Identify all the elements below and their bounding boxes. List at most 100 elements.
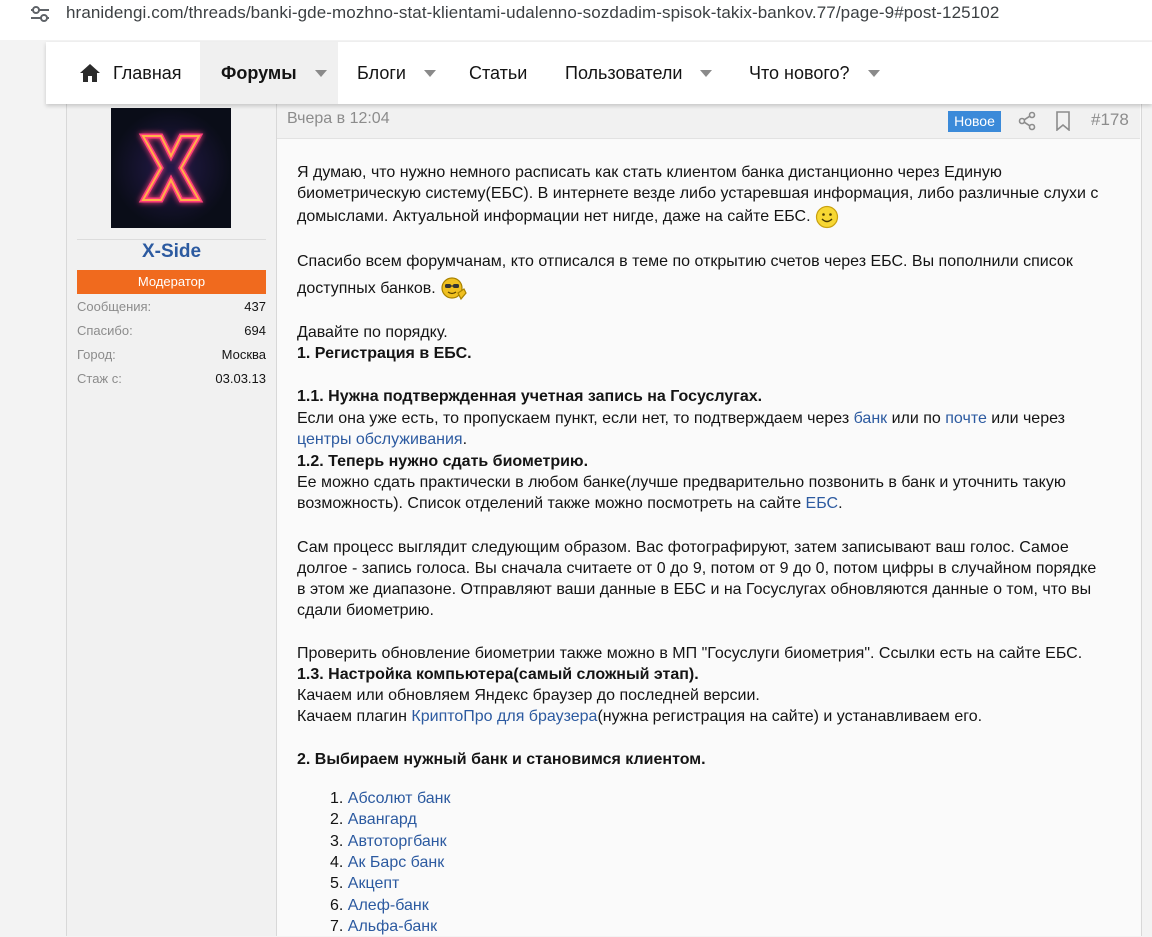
nav-whats-new-label: Что нового? — [749, 62, 850, 83]
share-icon[interactable] — [1017, 111, 1037, 131]
post-text-line: биометрическую систему(ЕБС). В интернете… — [297, 185, 1099, 202]
post-text: Качаем плагин — [297, 708, 412, 725]
heading-text: 2. Выбираем нужный банк и становимся кли… — [297, 751, 706, 768]
post-text: или через — [986, 410, 1065, 427]
post-text: Если она уже есть, то пропускаем пункт, … — [297, 410, 854, 427]
list-item: 1. Абсолют банк — [330, 788, 450, 809]
post-text: (нужна регистрация на сайте) и устанавли… — [597, 708, 983, 725]
post-text-line: Сам процесс выглядит следующим образом. … — [297, 539, 1069, 556]
list-item: 5. Акцепт — [330, 873, 399, 894]
nav-home-label: Главная — [113, 62, 182, 83]
nav-home[interactable]: Главная — [79, 42, 182, 104]
post-text: или по — [887, 410, 946, 427]
nav-users[interactable]: Пользователи — [565, 42, 713, 104]
bank-link[interactable]: Альфа-банк — [348, 918, 437, 935]
section-heading: 1.1. Нужна подтвержденная учетная запись… — [297, 386, 762, 407]
nav-users-label: Пользователи — [565, 62, 683, 83]
stat-label: Город: — [77, 347, 116, 362]
bank-link[interactable]: Ак Барс банк — [348, 854, 444, 871]
bank-link[interactable]: Абсолют банк — [348, 790, 451, 807]
post-header — [277, 104, 1140, 139]
link-mail[interactable]: почте — [945, 410, 987, 427]
link-ebs[interactable]: ЕБС — [806, 495, 839, 512]
list-item: 4. Ак Барс банк — [330, 852, 444, 873]
heading-text: 1. Регистрация в ЕБС. — [297, 345, 472, 362]
nav-forums[interactable]: Форумы — [200, 42, 338, 104]
username[interactable]: X-Side — [77, 241, 266, 263]
post-text-line: домыслами. Актуальной информации нет ниг… — [297, 205, 839, 229]
link-service-centers[interactable]: центры обслуживания — [297, 431, 463, 448]
role-badge: Модератор — [77, 270, 266, 294]
cool-emoji-icon — [441, 277, 467, 301]
user-column — [67, 104, 277, 936]
section-heading: 1.2. Теперь нужно сдать биометрию. — [297, 451, 588, 472]
post-text-line: возможность). Список отделений также мож… — [297, 493, 843, 514]
nav-whats-new[interactable]: Что нового? — [749, 42, 880, 104]
stat-label: Спасибо: — [77, 323, 133, 338]
post-text-line: Качаем или обновляем Яндекс браузер до п… — [297, 687, 760, 704]
nav-blogs[interactable]: Блоги — [357, 42, 436, 104]
list-number: 2. — [330, 811, 344, 828]
post-text: возможность). Список отделений также мож… — [297, 495, 806, 512]
list-item: 6. Алеф-банк — [330, 895, 429, 916]
chevron-down-icon[interactable] — [867, 69, 880, 77]
avatar[interactable] — [111, 108, 231, 228]
post-text-line: долгое - запись голоса. Вы сначала счита… — [297, 560, 1097, 577]
heading-text: 1.2. Теперь нужно сдать биометрию. — [297, 453, 589, 470]
post-text-line: сдали биометрию. — [297, 602, 434, 619]
post-text-line: Я думаю, что нужно немного расписать как… — [297, 164, 1002, 181]
post-text-line: Спасибо всем форумчанам, кто отписался в… — [297, 253, 1073, 270]
list-number: 3. — [330, 833, 344, 850]
post-text-line: доступных банков. — [297, 276, 468, 302]
stat-value: 437 — [244, 299, 266, 314]
post-text: . — [838, 495, 843, 512]
link-cryptopro[interactable]: КриптоПро для браузера — [411, 708, 597, 725]
list-item: 3. Автоторгбанк — [330, 831, 447, 852]
nav-articles[interactable]: Статьи — [469, 42, 527, 104]
post-text: домыслами. Актуальной информации нет ниг… — [297, 208, 811, 226]
bookmark-icon[interactable] — [1055, 111, 1071, 131]
link-bank[interactable]: банк — [854, 410, 888, 427]
section-heading: 1. Регистрация в ЕБС. — [297, 343, 472, 364]
heading-text: 1.1. Нужна подтвержденная учетная запись… — [297, 388, 763, 405]
list-number: 4. — [330, 854, 344, 871]
address-bar[interactable]: hranidengi.com/threads/banki-gde-mozhno-… — [0, 0, 1152, 40]
post-text: . — [462, 431, 468, 448]
post-text-line: в этом же диапазоне. Отправляют ваши дан… — [297, 581, 1092, 598]
list-item: 7. Альфа-банк — [330, 916, 437, 937]
section-heading: 1.3. Настройка компьютера(самый сложный … — [297, 664, 699, 685]
post-text-line: Ее можно сдать практически в любом банке… — [297, 474, 1066, 491]
post-text-line: Давайте по порядку. — [297, 324, 448, 341]
list-number: 6. — [330, 897, 344, 914]
chevron-down-icon[interactable] — [423, 69, 436, 77]
section-heading: 2. Выбираем нужный банк и становимся кли… — [297, 749, 706, 770]
bank-link[interactable]: Акцепт — [348, 875, 400, 892]
new-badge: Новое — [948, 111, 1001, 132]
home-icon — [80, 64, 100, 82]
url-text[interactable]: hranidengi.com/threads/banki-gde-mozhno-… — [66, 3, 999, 23]
avatar-x-logo — [138, 133, 204, 203]
main-nav: Главная Форумы Блоги Статьи Пользователи… — [46, 42, 1152, 104]
post-date[interactable]: Вчера в 12:04 — [287, 110, 390, 128]
site-settings-icon[interactable] — [28, 4, 52, 24]
smile-emoji-icon — [815, 205, 839, 229]
post-text-line: Качаем плагин КриптоПро для браузера(нуж… — [297, 706, 982, 727]
stat-label: Сообщения: — [77, 299, 152, 314]
post-text: доступных банков. — [297, 280, 436, 298]
bank-link[interactable]: Алеф-банк — [348, 897, 429, 914]
chevron-down-icon[interactable] — [314, 69, 327, 77]
list-number: 7. — [330, 918, 344, 935]
divider — [77, 239, 266, 240]
list-number: 5. — [330, 875, 344, 892]
stat-value: Москва — [221, 347, 266, 362]
bank-link[interactable]: Автоторгбанк — [348, 833, 447, 850]
bank-link[interactable]: Авангард — [348, 811, 417, 828]
chevron-down-icon[interactable] — [700, 69, 713, 77]
list-item: 2. Авангард — [330, 809, 417, 830]
nav-forums-label: Форумы — [221, 62, 297, 83]
nav-blogs-label: Блоги — [357, 62, 406, 83]
heading-text: 1.3. Настройка компьютера(самый сложный … — [297, 666, 699, 683]
post-number[interactable]: #178 — [1091, 110, 1129, 130]
post-text-line: Если она уже есть, то пропускаем пункт, … — [297, 408, 1065, 429]
post-text-line: центры обслуживания. — [297, 429, 467, 450]
